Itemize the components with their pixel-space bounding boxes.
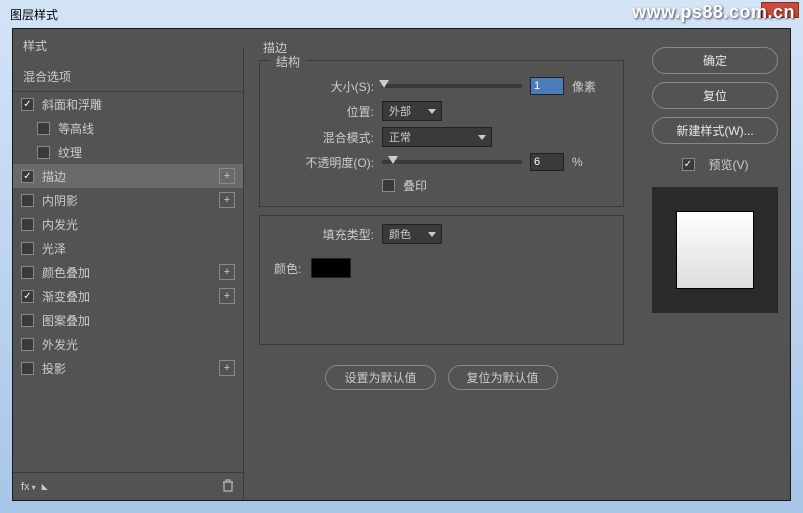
add-effect-icon[interactable]: + (219, 192, 235, 208)
style-list: 斜面和浮雕等高线纹理描边 + 内阴影 + 内发光光泽颜色叠加 + 渐变叠加 + 图案叠加外发光投… (13, 92, 243, 472)
preview-swatch (677, 212, 753, 288)
preview-checkbox[interactable] (682, 158, 695, 171)
style-label: 外发光 (42, 336, 78, 353)
reset-default-button[interactable]: 复位为默认值 (448, 365, 558, 390)
style-label: 渐变叠加 (42, 288, 90, 305)
style-item-8[interactable]: 渐变叠加 + (13, 284, 243, 308)
style-checkbox[interactable] (37, 146, 50, 159)
style-item-5[interactable]: 内发光 (13, 212, 243, 236)
style-label: 斜面和浮雕 (42, 96, 102, 113)
style-item-7[interactable]: 颜色叠加 + (13, 260, 243, 284)
style-checkbox[interactable] (21, 242, 34, 255)
overprint-checkbox[interactable] (382, 179, 395, 192)
style-label: 图案叠加 (42, 312, 90, 329)
style-item-3[interactable]: 描边 + (13, 164, 243, 188)
settings-panel: 描边 结构 大小(S): 像素 位置: 外部 混合模式: 正常 不透明度(O): (243, 29, 640, 500)
style-label: 颜色叠加 (42, 264, 90, 281)
styles-panel: 样式 混合选项 斜面和浮雕等高线纹理描边 + 内阴影 + 内发光光泽颜色叠加 + 渐变叠加 +… (13, 29, 243, 500)
new-style-button[interactable]: 新建样式(W)... (652, 117, 778, 144)
make-default-button[interactable]: 设置为默认值 (325, 365, 435, 390)
style-item-0[interactable]: 斜面和浮雕 (13, 92, 243, 116)
bottom-toolbar: fx▾ ◣ (13, 472, 243, 500)
style-checkbox[interactable] (21, 338, 34, 351)
blend-label: 混合模式: (274, 129, 374, 146)
style-item-2[interactable]: 纹理 (13, 140, 243, 164)
add-effect-icon[interactable]: + (219, 168, 235, 184)
size-unit: 像素 (572, 78, 596, 95)
opacity-unit: % (572, 155, 583, 169)
style-checkbox[interactable] (21, 266, 34, 279)
style-checkbox[interactable] (21, 170, 34, 183)
style-item-10[interactable]: 外发光 (13, 332, 243, 356)
section-title: 描边 (263, 39, 624, 56)
opacity-input[interactable] (530, 153, 564, 171)
style-label: 内发光 (42, 216, 78, 233)
add-effect-icon[interactable]: + (219, 264, 235, 280)
style-checkbox[interactable] (37, 122, 50, 135)
style-checkbox[interactable] (21, 98, 34, 111)
blend-dropdown[interactable]: 正常 (382, 127, 492, 147)
trash-icon[interactable] (221, 478, 235, 495)
style-checkbox[interactable] (21, 218, 34, 231)
styles-header[interactable]: 样式 (13, 29, 243, 62)
opacity-label: 不透明度(O): (274, 154, 374, 171)
arrow-icon: ◣ (42, 482, 48, 491)
structure-group: 结构 大小(S): 像素 位置: 外部 混合模式: 正常 不透明度(O): % (259, 60, 624, 207)
color-swatch[interactable] (311, 258, 351, 278)
fill-group: 填充类型: 颜色 颜色: (259, 215, 624, 345)
style-label: 内阴影 (42, 192, 78, 209)
size-slider[interactable] (382, 84, 522, 88)
fill-type-dropdown[interactable]: 颜色 (382, 224, 442, 244)
overprint-label: 叠印 (403, 177, 427, 194)
cancel-button[interactable]: 复位 (652, 82, 778, 109)
position-label: 位置: (274, 103, 374, 120)
style-label: 纹理 (58, 144, 82, 161)
color-label: 颜色: (274, 260, 301, 277)
fill-type-label: 填充类型: (274, 226, 374, 243)
style-checkbox[interactable] (21, 362, 34, 375)
style-item-1[interactable]: 等高线 (13, 116, 243, 140)
style-label: 光泽 (42, 240, 66, 257)
position-dropdown[interactable]: 外部 (382, 101, 442, 121)
style-checkbox[interactable] (21, 194, 34, 207)
style-label: 等高线 (58, 120, 94, 137)
add-effect-icon[interactable]: + (219, 288, 235, 304)
style-checkbox[interactable] (21, 314, 34, 327)
layer-style-dialog: 样式 混合选项 斜面和浮雕等高线纹理描边+内阴影+内发光光泽颜色叠加+渐变叠加+… (12, 28, 791, 501)
opacity-slider[interactable] (382, 160, 522, 164)
style-item-4[interactable]: 内阴影 + (13, 188, 243, 212)
size-input[interactable] (530, 77, 564, 95)
style-item-6[interactable]: 光泽 (13, 236, 243, 260)
size-label: 大小(S): (274, 78, 374, 95)
style-item-9[interactable]: 图案叠加 (13, 308, 243, 332)
style-item-11[interactable]: 投影 + (13, 356, 243, 380)
style-checkbox[interactable] (21, 290, 34, 303)
ok-button[interactable]: 确定 (652, 47, 778, 74)
blending-options[interactable]: 混合选项 (13, 62, 243, 92)
style-label: 投影 (42, 360, 66, 377)
structure-title: 结构 (270, 53, 306, 70)
fx-menu[interactable]: fx▾ (21, 481, 36, 493)
preview-label: 预览(V) (709, 156, 749, 173)
add-effect-icon[interactable]: + (219, 360, 235, 376)
preview-box (652, 187, 778, 313)
action-panel: 确定 复位 新建样式(W)... 预览(V) (640, 29, 790, 500)
style-label: 描边 (42, 168, 66, 185)
watermark: www.ps88.com.cn (632, 2, 795, 23)
